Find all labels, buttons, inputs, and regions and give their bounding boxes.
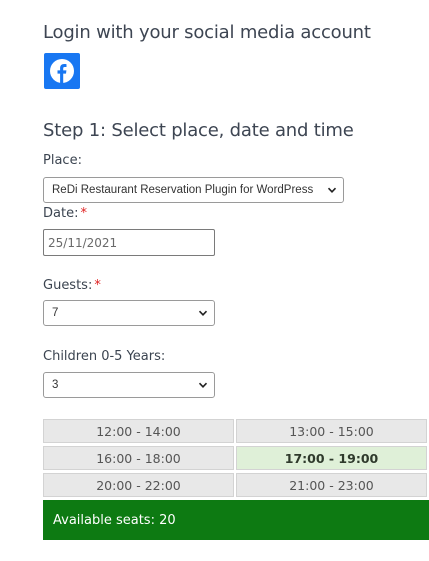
available-seats-text: Available seats: 20	[53, 512, 176, 528]
date-label: Date: *	[43, 206, 87, 221]
guests-label-text: Guests:	[43, 278, 93, 293]
place-select[interactable]: ReDi Restaurant Reservation Plugin for W…	[43, 177, 344, 203]
time-slot[interactable]: 20:00 - 22:00	[43, 473, 234, 497]
chevron-down-icon	[198, 310, 208, 316]
date-label-text: Date:	[43, 206, 79, 221]
children-select-value: 3	[52, 379, 59, 391]
place-label: Place:	[43, 153, 82, 168]
chevron-down-icon	[198, 382, 208, 388]
date-input[interactable]: 25/11/2021	[43, 229, 215, 256]
time-slot-selected[interactable]: 17:00 - 19:00	[236, 446, 427, 470]
place-select-value: ReDi Restaurant Reservation Plugin for W…	[52, 184, 314, 196]
facebook-login-button[interactable]	[44, 53, 80, 89]
time-slot[interactable]: 16:00 - 18:00	[43, 446, 234, 470]
guests-required-marker: *	[94, 278, 101, 293]
time-slot[interactable]: 13:00 - 15:00	[236, 419, 427, 443]
social-login-title: Login with your social media account	[43, 22, 371, 43]
date-input-value: 25/11/2021	[48, 235, 118, 250]
time-slot[interactable]: 12:00 - 14:00	[43, 419, 234, 443]
chevron-down-icon	[327, 187, 337, 193]
date-required-marker: *	[80, 206, 87, 221]
guests-label: Guests: *	[43, 278, 101, 293]
children-label: Children 0-5 Years:	[43, 349, 166, 364]
guests-select-value: 7	[52, 307, 59, 319]
step1-title: Step 1: Select place, date and time	[43, 120, 354, 141]
available-seats-banner: Available seats: 20	[43, 500, 429, 540]
facebook-icon	[50, 59, 74, 83]
children-select[interactable]: 3	[43, 372, 215, 398]
guests-select[interactable]: 7	[43, 300, 215, 326]
time-slot[interactable]: 21:00 - 23:00	[236, 473, 427, 497]
